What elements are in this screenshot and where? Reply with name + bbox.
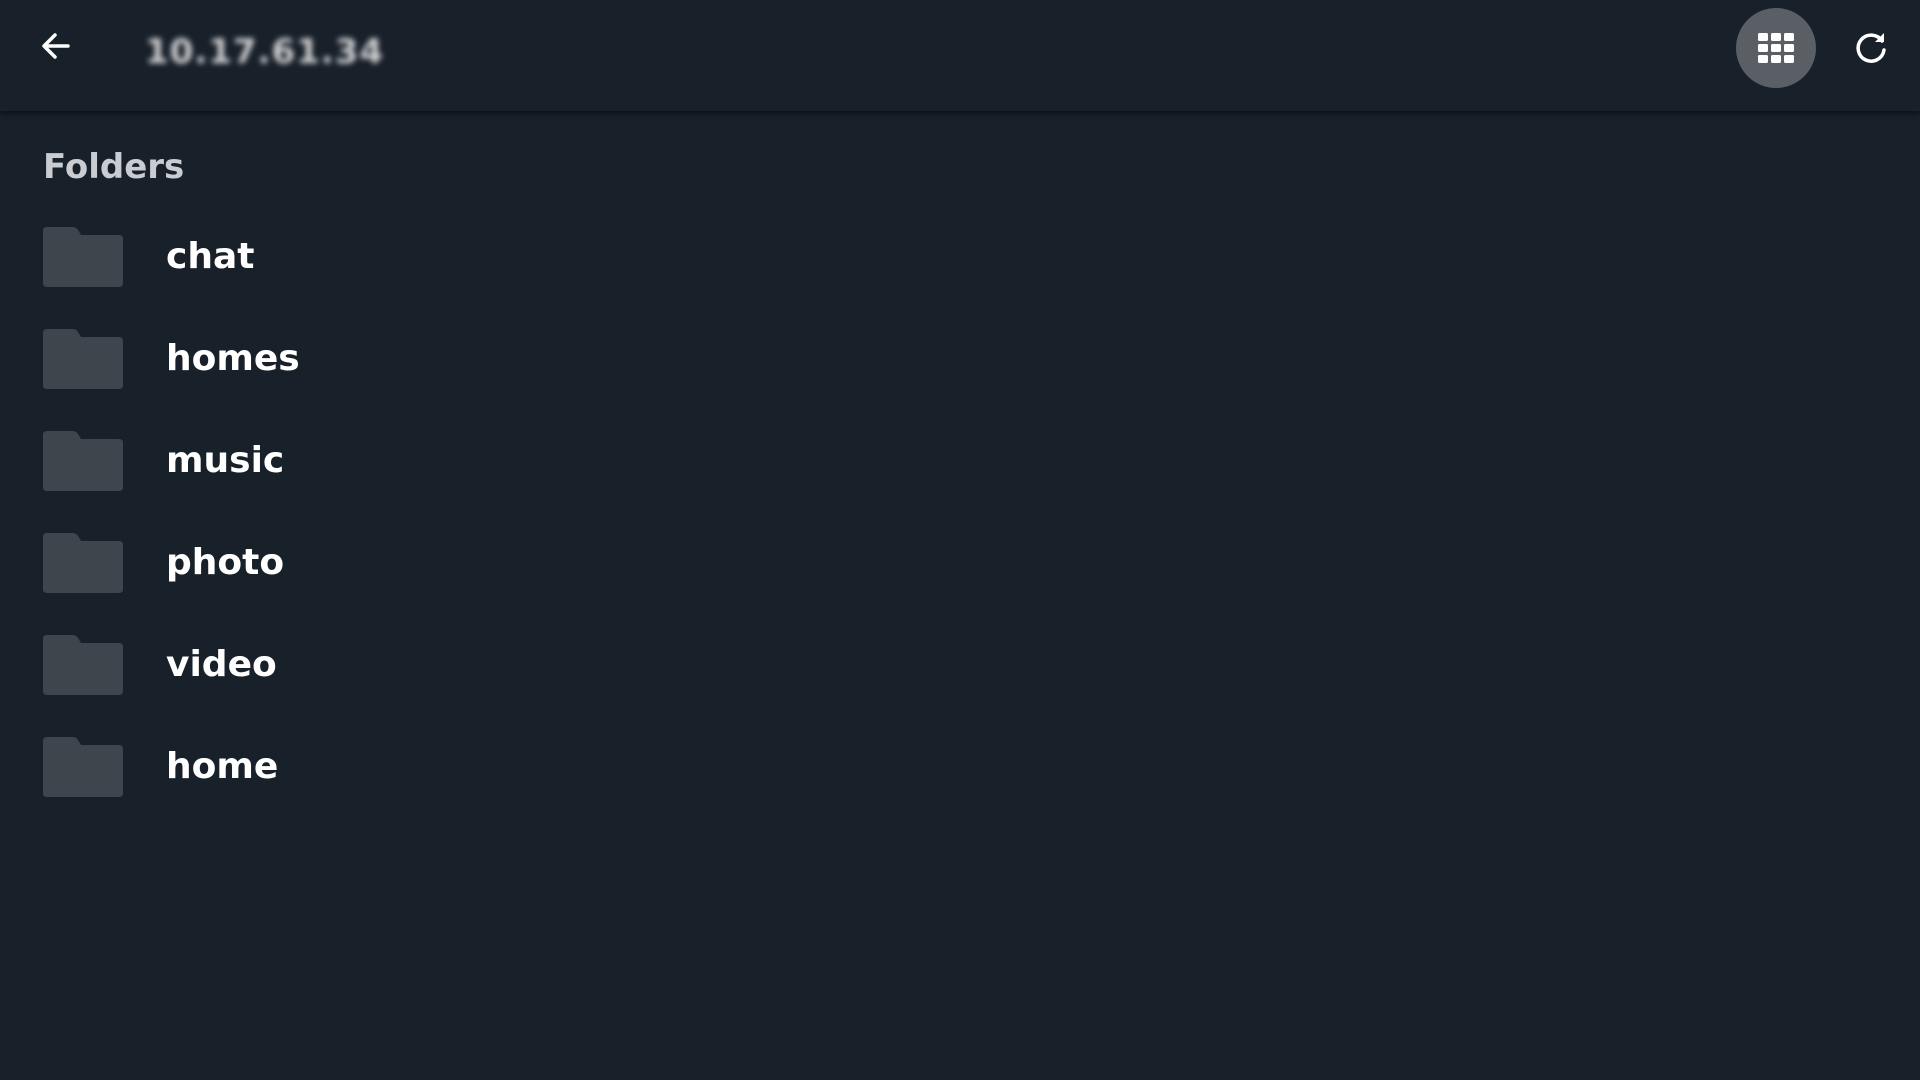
page-title: 10.17.61.34: [145, 30, 384, 74]
folder-item-video[interactable]: video: [0, 621, 1920, 723]
folder-list: chat homes music photo video home: [0, 213, 1920, 825]
grid-view-icon: [1758, 33, 1794, 63]
folder-item-homes[interactable]: homes: [0, 315, 1920, 417]
folder-icon: [43, 227, 123, 287]
server-address: 10.17.61.34: [145, 32, 385, 72]
folder-item-music[interactable]: music: [0, 417, 1920, 519]
folder-icon: [43, 533, 123, 593]
folder-item-photo[interactable]: photo: [0, 519, 1920, 621]
top-bar: 10.17.61.34: [0, 0, 1920, 111]
folder-name: chat: [166, 236, 255, 277]
folder-icon: [43, 737, 123, 797]
folder-name: music: [166, 440, 285, 481]
folder-icon: [43, 431, 123, 491]
folder-item-chat[interactable]: chat: [0, 213, 1920, 315]
folder-icon: [43, 329, 123, 389]
folder-icon: [43, 635, 123, 695]
folder-name: photo: [166, 542, 285, 583]
refresh-button[interactable]: [1845, 22, 1897, 74]
folder-name: video: [166, 644, 277, 685]
folder-name: homes: [166, 338, 300, 379]
folder-browser: Folders chat homes music photo video hom…: [0, 111, 1920, 1080]
folder-name: home: [166, 746, 279, 787]
grid-view-button[interactable]: [1736, 8, 1816, 88]
folder-item-home[interactable]: home: [0, 723, 1920, 825]
back-button[interactable]: [30, 20, 82, 72]
refresh-icon: [1856, 33, 1886, 63]
section-heading: Folders: [43, 147, 185, 187]
arrow-left-icon: [42, 33, 70, 59]
